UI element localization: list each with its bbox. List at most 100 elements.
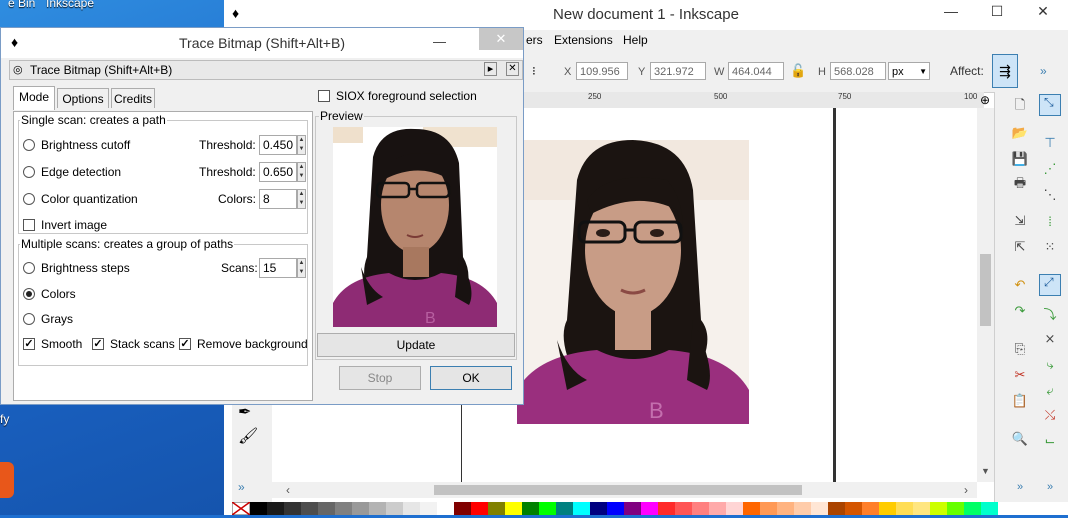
palette-swatch[interactable] [437, 502, 454, 515]
desktop-app-icon[interactable] [0, 462, 14, 498]
vertical-scroll-thumb[interactable] [980, 254, 991, 326]
menu-help[interactable]: Help [623, 33, 648, 47]
desktop-icon-label-inkscape[interactable]: Inkscape [46, 0, 94, 10]
palette-swatch[interactable] [726, 502, 743, 515]
palette-swatch[interactable] [828, 502, 845, 515]
palette-swatch[interactable] [624, 502, 641, 515]
minimize-button[interactable]: — [928, 0, 974, 22]
stack-scans-checkbox[interactable]: ✓ [92, 338, 104, 350]
tab-options[interactable]: Options [57, 88, 109, 108]
palette-swatch[interactable] [743, 502, 760, 515]
snap-smooth-icon[interactable]: ⤷ [1041, 356, 1059, 374]
snap-more-button[interactable]: » [1041, 478, 1059, 496]
menu-filters[interactable]: ers [526, 33, 543, 47]
brightness-steps-radio[interactable] [23, 262, 35, 274]
brightness-threshold-input[interactable]: 0.450 [259, 135, 297, 155]
menu-extensions[interactable]: Extensions [554, 33, 613, 47]
export-icon[interactable]: ⇱ [1011, 238, 1029, 256]
palette-swatch[interactable] [947, 502, 964, 515]
cut-icon[interactable]: ✂ [1011, 366, 1029, 384]
snap-guide-icon[interactable]: ⤯ [1041, 406, 1059, 424]
snap-cusp-icon[interactable]: ⤶ [1041, 382, 1059, 400]
y-input[interactable]: 321.972 [650, 62, 706, 80]
color-quantization-radio[interactable] [23, 193, 35, 205]
redo-icon[interactable]: ↷ [1011, 302, 1029, 320]
scroll-right-icon[interactable]: › [964, 483, 968, 497]
snap-bbox-icon[interactable]: ⊤ [1041, 134, 1059, 152]
horizontal-scrollbar[interactable]: ‹ › [254, 482, 977, 498]
palette-swatch[interactable] [505, 502, 522, 515]
tab-credits[interactable]: Credits [111, 88, 155, 108]
dialog-dock-button[interactable]: ▸ [484, 62, 497, 76]
snap-enable-toggle[interactable]: ⤡ [1039, 94, 1061, 116]
palette-swatch[interactable] [862, 502, 879, 515]
palette-swatch[interactable] [420, 502, 437, 515]
remove-background-checkbox[interactable]: ✓ [179, 338, 191, 350]
palette-swatch[interactable] [879, 502, 896, 515]
palette-swatch[interactable] [658, 502, 675, 515]
snap-bbox-corner-icon[interactable]: ⋱ [1041, 186, 1059, 204]
grays-radio[interactable] [23, 313, 35, 325]
palette-swatch[interactable] [896, 502, 913, 515]
smooth-checkbox[interactable]: ✓ [23, 338, 35, 350]
palette-swatch[interactable] [369, 502, 386, 515]
tab-mode[interactable]: Mode [13, 86, 55, 110]
palette-swatch[interactable] [811, 502, 828, 515]
snap-midpoint-icon[interactable]: ⁞ [1041, 212, 1059, 230]
scans-input[interactable]: 15 [259, 258, 297, 278]
x-input[interactable]: 109.956 [576, 62, 628, 80]
edge-detection-radio[interactable] [23, 166, 35, 178]
palette-swatch[interactable] [777, 502, 794, 515]
palette-swatch[interactable] [539, 502, 556, 515]
desktop-icon-label-side[interactable]: fy [0, 412, 9, 426]
print-icon[interactable]: 🖶 [1011, 175, 1029, 194]
palette-swatch[interactable] [930, 502, 947, 515]
maximize-button[interactable]: ☐ [974, 0, 1020, 22]
scroll-down-icon[interactable]: ▼ [981, 466, 990, 476]
lock-icon[interactable]: 🔓 [790, 63, 806, 79]
palette-swatch[interactable] [403, 502, 420, 515]
snap-intersection-icon[interactable]: ⨯ [1041, 330, 1059, 348]
close-button[interactable]: ✕ [1020, 0, 1066, 22]
palette-swatch[interactable] [250, 502, 267, 515]
palette-swatch[interactable] [301, 502, 318, 515]
panel-more-button[interactable]: » [1011, 478, 1029, 496]
palette-swatch[interactable] [760, 502, 777, 515]
paste-icon[interactable]: 📋 [1011, 392, 1029, 410]
affect-stroke-toggle[interactable]: ⇶ [992, 54, 1018, 88]
palette-swatch[interactable] [794, 502, 811, 515]
canvas-bitmap-image[interactable]: B [517, 140, 749, 424]
new-document-icon[interactable]: 🗋 [1011, 97, 1029, 116]
palette-swatch[interactable] [573, 502, 590, 515]
toolbar-more-button[interactable]: » [1040, 64, 1047, 78]
open-document-icon[interactable]: 📂 [1011, 124, 1029, 142]
snap-bbox-edge-icon[interactable]: ⋰ [1041, 160, 1059, 178]
horizontal-scroll-thumb[interactable] [434, 485, 802, 495]
snap-page-icon[interactable]: ⌙ [1041, 432, 1059, 450]
dialog-close-button[interactable]: ✕ [479, 28, 523, 50]
snap-path-icon[interactable]: ⤵ [1041, 304, 1059, 322]
h-input[interactable]: 568.028 [830, 62, 886, 80]
palette-swatch[interactable] [471, 502, 488, 515]
paint-bucket-tool-icon[interactable]: 🖌 [238, 426, 258, 446]
dialog-minimize-button[interactable]: — [433, 34, 446, 49]
palette-swatch[interactable] [590, 502, 607, 515]
unit-select[interactable]: px ▼ [888, 62, 930, 80]
invert-image-checkbox[interactable] [23, 219, 35, 231]
quantization-colors-stepper[interactable]: ▲ ▼ [297, 189, 306, 209]
palette-swatch[interactable] [386, 502, 403, 515]
palette-swatch[interactable] [284, 502, 301, 515]
undo-icon[interactable]: ↶ [1011, 276, 1029, 294]
zoom-icon[interactable]: ⊕ [980, 93, 990, 107]
zoom-tool-icon[interactable]: 🔍 [1011, 430, 1029, 448]
palette-swatch[interactable] [607, 502, 624, 515]
palette-swatch[interactable] [488, 502, 505, 515]
brightness-threshold-stepper[interactable]: ▲ ▼ [297, 135, 306, 155]
stop-button[interactable]: Stop [339, 366, 421, 390]
w-input[interactable]: 464.044 [728, 62, 784, 80]
palette-swatch[interactable] [709, 502, 726, 515]
palette-swatches[interactable] [231, 501, 1068, 516]
quantization-colors-input[interactable]: 8 [259, 189, 297, 209]
edge-threshold-input[interactable]: 0.650 [259, 162, 297, 182]
palette-swatch[interactable] [845, 502, 862, 515]
